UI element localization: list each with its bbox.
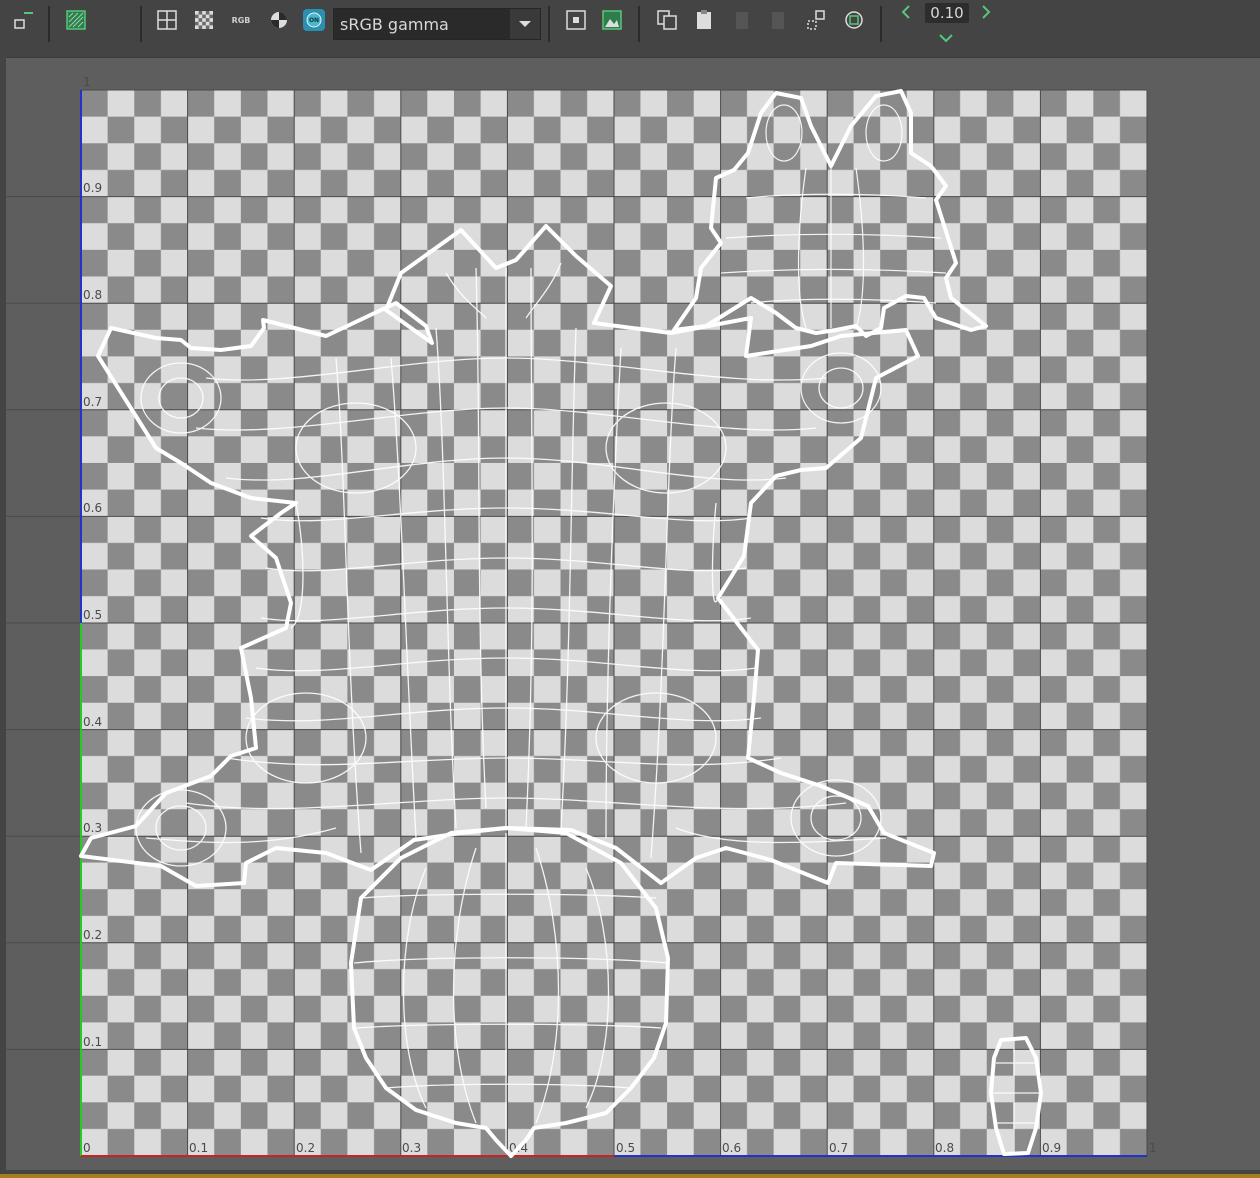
paste-uvs-icon[interactable] bbox=[693, 8, 717, 32]
toolbar-separator bbox=[548, 6, 550, 42]
u-label: 0.9 bbox=[1042, 1141, 1061, 1155]
color-management-on-label: ON bbox=[308, 16, 320, 24]
v-label: 1 bbox=[83, 75, 91, 89]
u-label: 0.8 bbox=[935, 1141, 954, 1155]
exposure-icon[interactable] bbox=[267, 8, 291, 32]
rgb-channels-label: RGB bbox=[231, 15, 251, 25]
toolbar-separator bbox=[140, 6, 142, 42]
chevron-down-icon[interactable] bbox=[510, 9, 540, 39]
v-label: 0.5 bbox=[83, 608, 102, 622]
uv-frame-icon[interactable] bbox=[564, 8, 588, 32]
chevron-down-icon[interactable] bbox=[934, 30, 958, 46]
grid-toggle-icon[interactable] bbox=[155, 8, 179, 32]
v-label: 0.8 bbox=[83, 288, 102, 302]
v-label: 0.4 bbox=[83, 715, 102, 729]
u-label: 0.1 bbox=[189, 1141, 208, 1155]
snapshot-icon[interactable] bbox=[600, 8, 624, 32]
chevron-left-icon[interactable] bbox=[898, 2, 914, 22]
u-label: 0 bbox=[83, 1141, 91, 1155]
toolbar-separator bbox=[638, 6, 640, 42]
uv-canvas[interactable]: 1 0.9 0.8 0.7 0.6 0.5 0.4 0.3 0.2 0.1 0 … bbox=[6, 58, 1260, 1170]
color-space-dropdown[interactable]: sRGB gamma bbox=[333, 8, 541, 40]
checker-toggle-icon[interactable] bbox=[192, 8, 216, 32]
texture-filter-icon[interactable] bbox=[64, 8, 88, 32]
rgb-channels-icon[interactable]: RGB bbox=[228, 8, 254, 32]
toolbar-separator bbox=[48, 6, 50, 42]
u-label: 0.7 bbox=[829, 1141, 848, 1155]
v-label: 0.3 bbox=[83, 821, 102, 835]
toolbar-separator bbox=[880, 6, 882, 42]
status-strip bbox=[0, 1174, 1260, 1178]
v-label: 0.7 bbox=[83, 395, 102, 409]
u-label: 0.3 bbox=[402, 1141, 421, 1155]
v-label: 0.6 bbox=[83, 501, 102, 515]
u-label: 0.2 bbox=[296, 1141, 315, 1155]
v-label: 0.2 bbox=[83, 928, 102, 942]
paste-u-icon[interactable] bbox=[730, 8, 754, 32]
uv-editor-toolbar: RGB ON sRGB gamma 0.10 bbox=[0, 0, 1260, 58]
u-label: 1 bbox=[1149, 1141, 1157, 1155]
color-management-on-icon[interactable]: ON bbox=[302, 8, 326, 32]
color-space-value: sRGB gamma bbox=[340, 15, 449, 34]
uv-shell-icon[interactable] bbox=[842, 8, 866, 32]
layout-uvs-icon[interactable] bbox=[804, 8, 828, 32]
toggle-isolate-icon[interactable] bbox=[12, 8, 36, 32]
uv-viewport[interactable]: 1 0.9 0.8 0.7 0.6 0.5 0.4 0.3 0.2 0.1 0 … bbox=[6, 58, 1260, 1170]
copy-uvs-icon[interactable] bbox=[655, 8, 679, 32]
paste-v-icon[interactable] bbox=[766, 8, 790, 32]
u-label: 0.5 bbox=[616, 1141, 635, 1155]
u-label: 0.6 bbox=[722, 1141, 741, 1155]
v-label: 0.9 bbox=[83, 181, 102, 195]
step-value-field[interactable]: 0.10 bbox=[925, 3, 969, 23]
chevron-right-icon[interactable] bbox=[978, 2, 994, 22]
v-label: 0.1 bbox=[83, 1035, 102, 1049]
